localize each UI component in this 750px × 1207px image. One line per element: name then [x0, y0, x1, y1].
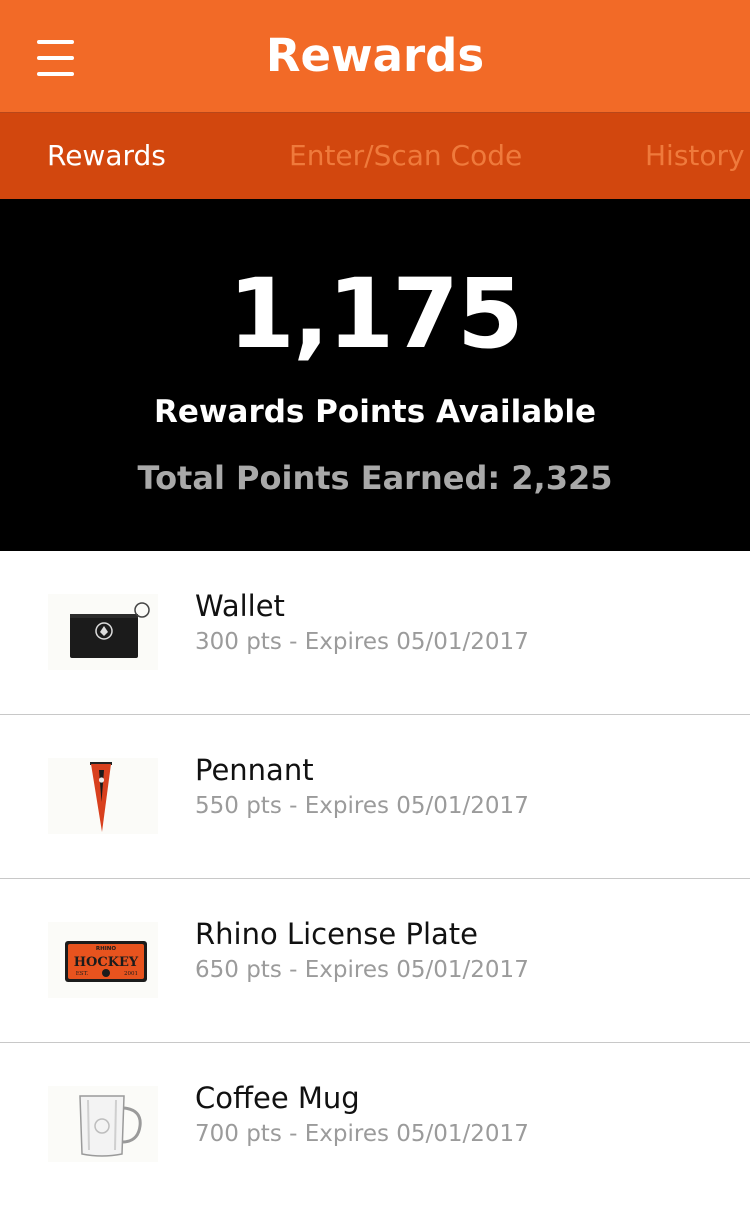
wallet-icon [48, 594, 158, 670]
reward-detail: 300 pts - Expires 05/01/2017 [195, 629, 529, 655]
points-available-label: Rewards Points Available [154, 394, 596, 430]
mug-thumbnail [48, 1086, 158, 1162]
plate-main-text: HOCKEY [74, 955, 139, 970]
license-plate-thumbnail: RHINO HOCKEY EST. 2001 [48, 922, 158, 998]
plate-year-text: 2001 [124, 971, 138, 977]
tab-history[interactable]: History [645, 137, 745, 175]
tab-bar: Rewards Enter/Scan Code History [0, 113, 750, 199]
app-bar: Rewards [0, 0, 750, 113]
reward-detail: 650 pts - Expires 05/01/2017 [195, 957, 529, 983]
tab-enter-scan-code[interactable]: Enter/Scan Code [289, 137, 522, 175]
pennant-thumbnail [48, 758, 158, 834]
plate-top-text: RHINO [96, 946, 116, 952]
wallet-thumbnail [48, 594, 158, 670]
reward-item-pennant[interactable]: Pennant 550 pts - Expires 05/01/2017 [0, 715, 750, 879]
reward-detail: 550 pts - Expires 05/01/2017 [195, 793, 529, 819]
reward-name: Wallet [195, 589, 285, 623]
reward-name: Rhino License Plate [195, 917, 479, 951]
license-plate-icon: RHINO HOCKEY EST. 2001 [48, 922, 158, 998]
reward-name: Pennant [195, 753, 314, 787]
pennant-icon [48, 758, 158, 834]
total-points-earned: Total Points Earned: 2,325 [137, 459, 613, 497]
page-title: Rewards [265, 29, 485, 82]
reward-item-license-plate[interactable]: RHINO HOCKEY EST. 2001 Rhino License Pla… [0, 879, 750, 1043]
reward-name: Coffee Mug [195, 1081, 360, 1115]
plate-est-text: EST. [76, 971, 89, 977]
tab-rewards[interactable]: Rewards [47, 137, 166, 175]
reward-item-coffee-mug[interactable]: Coffee Mug 700 pts - Expires 05/01/2017 [0, 1043, 750, 1207]
reward-detail: 700 pts - Expires 05/01/2017 [195, 1121, 529, 1147]
reward-item-wallet[interactable]: Wallet 300 pts - Expires 05/01/2017 [0, 551, 750, 715]
points-available-value: 1,175 [228, 258, 524, 370]
points-summary: 1,175 Rewards Points Available Total Poi… [0, 199, 750, 551]
rewards-list: Wallet 300 pts - Expires 05/01/2017 Penn… [0, 551, 750, 1207]
mug-icon [48, 1086, 158, 1162]
